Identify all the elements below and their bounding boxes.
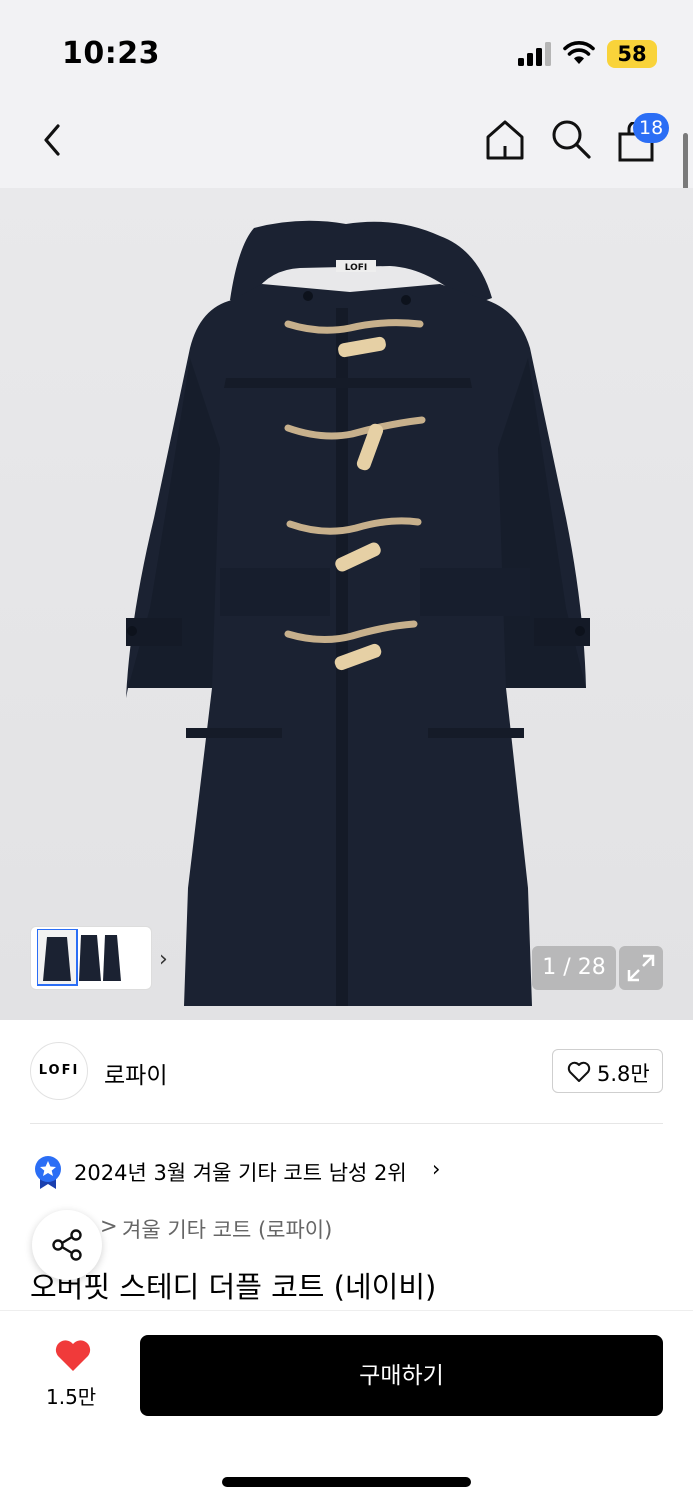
category-breadcrumb[interactable]: 겨울 기타 코트 (로파이) (122, 1214, 332, 1244)
breadcrumb-separator: > (100, 1214, 118, 1238)
image-page-counter: 1 / 28 (532, 946, 616, 990)
bottom-action-bar: 1.5만 구매하기 (0, 1310, 693, 1500)
home-indicator (222, 1477, 471, 1487)
thumbnail-chevron-icon[interactable]: › (159, 947, 168, 972)
brand-like-count: 5.8만 (597, 1062, 650, 1086)
search-icon[interactable] (550, 118, 592, 160)
expand-image-button[interactable] (619, 946, 663, 990)
share-icon (52, 1229, 82, 1261)
status-bar: 10:23 58 (0, 0, 693, 100)
heart-outline-icon (567, 1061, 591, 1082)
ranking-badge-icon (35, 1156, 61, 1189)
home-icon[interactable] (484, 118, 526, 162)
expand-icon (627, 954, 655, 982)
thumbnail-coat-images (37, 929, 121, 986)
buy-button[interactable]: 구매하기 (140, 1335, 663, 1416)
share-button[interactable] (32, 1210, 102, 1280)
brand-like-button[interactable]: 5.8만 (552, 1049, 663, 1093)
heart-filled-icon[interactable] (54, 1339, 92, 1373)
image-thumbnail-strip[interactable]: › (30, 926, 168, 990)
top-navigation (0, 100, 693, 188)
ranking-chevron-icon[interactable]: › (432, 1157, 440, 1181)
cellular-signal-icon (518, 42, 551, 66)
battery-indicator: 58 (607, 40, 657, 68)
wifi-icon (563, 41, 595, 64)
cart-count-badge: 18 (633, 113, 670, 143)
ranking-link[interactable]: 2024년 3월 겨울 기타 코트 남성 2위 (74, 1157, 407, 1187)
product-image-gallery[interactable]: LOFI › 1 / 28 (0, 188, 693, 1020)
brand-logo[interactable]: LOFI (30, 1042, 88, 1100)
section-divider (30, 1123, 663, 1124)
status-time: 10:23 (62, 36, 160, 71)
brand-name[interactable]: 로파이 (104, 1056, 167, 1090)
back-icon[interactable] (36, 120, 68, 160)
product-photo-duffle-coat: LOFI (126, 220, 590, 1006)
coat-label-text: LOFI (345, 263, 368, 273)
wish-count: 1.5만 (46, 1385, 97, 1409)
